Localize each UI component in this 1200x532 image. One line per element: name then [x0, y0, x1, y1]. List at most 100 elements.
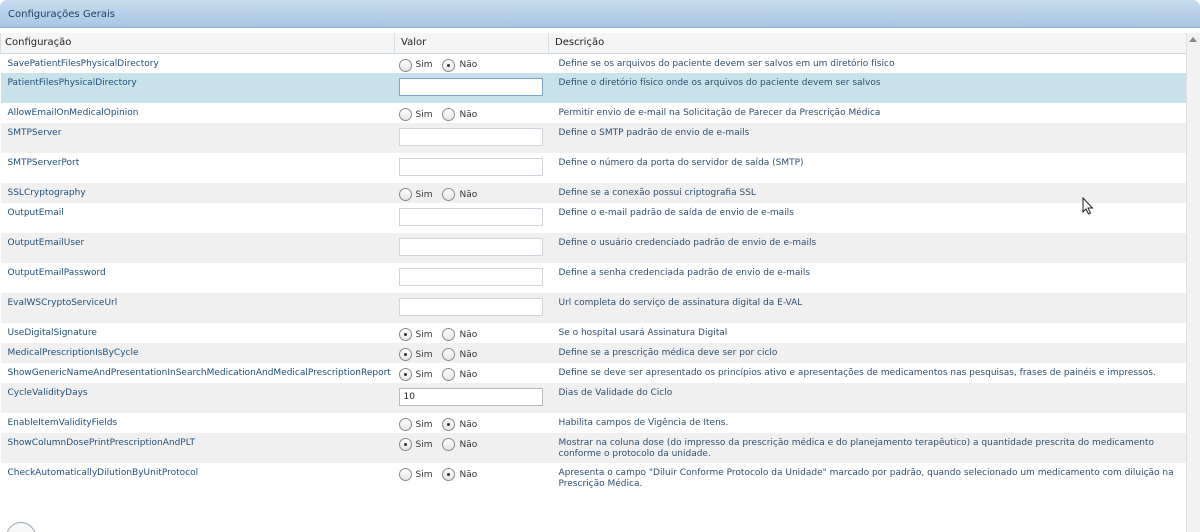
radio-no[interactable]	[442, 188, 456, 201]
table-row[interactable]: AllowEmailOnMedicalOpinion Sim Não Permitir…	[1, 103, 1187, 123]
config-name-cell: OutputEmailPassword	[7, 268, 106, 278]
value-cell: Sim Não	[395, 323, 549, 343]
table-row[interactable]: OutputEmailPassword Define a senha creden…	[1, 263, 1187, 293]
value-input[interactable]	[398, 388, 543, 406]
value-input[interactable]	[398, 208, 543, 226]
description-cell: Define se os arquivos do paciente devem …	[558, 58, 895, 69]
yes-no-radio-group[interactable]: Sim Não	[398, 418, 543, 431]
table-row[interactable]: OutputEmailUser Define o usuário credenci…	[0, 233, 1187, 263]
yes-no-radio-group[interactable]: Sim Não	[398, 188, 543, 201]
radio-yes-label[interactable]: Sim	[416, 330, 433, 340]
radio-no-label[interactable]: Não	[459, 190, 477, 200]
table-row[interactable]: EnableItemValidityFields Sim Não Habilita c…	[1, 413, 1187, 433]
description-cell: Define o número da porta do servidor de …	[558, 158, 804, 168]
radio-no-label[interactable]: Não	[459, 470, 477, 480]
yes-no-radio-group[interactable]: Sim Não	[398, 328, 543, 341]
radio-no[interactable]	[442, 368, 456, 381]
table-row[interactable]: ShowColumnDosePrintPrescriptionAndPLT Sim…	[0, 433, 1187, 463]
settings-table: Configuração Valor Descrição SavePatient…	[0, 33, 1187, 493]
radio-yes[interactable]	[398, 368, 412, 381]
value-cell: Sim Não	[394, 183, 549, 203]
radio-yes-label[interactable]: Sim	[416, 190, 433, 200]
yes-no-radio-group[interactable]: Sim Não	[398, 58, 543, 72]
radio-no-label[interactable]: Não	[459, 370, 477, 380]
radio-no-label[interactable]: Não	[459, 110, 477, 120]
value-input[interactable]	[398, 158, 543, 176]
config-name-cell: OutputEmail	[7, 208, 64, 218]
radio-yes[interactable]	[398, 328, 412, 341]
radio-no[interactable]	[442, 418, 456, 431]
value-cell	[395, 153, 549, 183]
radio-no[interactable]	[442, 328, 456, 341]
radio-yes[interactable]	[398, 418, 412, 431]
radio-yes-label[interactable]: Sim	[416, 60, 433, 70]
table-row[interactable]: EvalWSCryptoServiceUrl Url completa do se…	[0, 293, 1187, 323]
radio-yes[interactable]	[398, 58, 412, 72]
radio-yes[interactable]	[398, 438, 412, 451]
table-row[interactable]: ShowGenericNameAndPresentationInSearchMe…	[1, 363, 1187, 383]
table-row[interactable]: CheckAutomaticallyDilutionByUnitProtocol…	[1, 463, 1187, 493]
radio-no[interactable]	[442, 108, 456, 121]
value-input[interactable]	[398, 128, 543, 146]
yes-no-radio-group[interactable]: Sim Não	[398, 348, 543, 361]
value-input[interactable]	[398, 298, 543, 316]
radio-yes[interactable]	[398, 348, 412, 361]
radio-no-label[interactable]: Não	[459, 420, 477, 430]
radio-yes[interactable]	[398, 188, 412, 201]
radio-yes[interactable]	[398, 108, 412, 121]
radio-no-label[interactable]: Não	[459, 350, 477, 360]
description-cell: Define o usuário credenciado padrão de e…	[548, 233, 1187, 263]
description-cell: Define se a prescrição médica deve ser p…	[548, 343, 1187, 363]
column-header-config[interactable]: Configuração	[0, 33, 395, 54]
radio-no[interactable]	[442, 348, 456, 361]
value-cell	[395, 263, 549, 293]
value-input[interactable]	[398, 78, 543, 96]
mouse-pointer-icon	[1082, 197, 1094, 215]
value-input[interactable]	[398, 238, 543, 256]
description-cell: Habilita campos de Vigência de Itens.	[558, 418, 729, 428]
table-row[interactable]: SSLCryptography Sim Não Define se a conexão…	[0, 183, 1187, 203]
radio-no[interactable]	[442, 58, 456, 72]
radio-no-label[interactable]: Não	[459, 440, 477, 450]
table-row[interactable]: SMTPServerPort Define o número da porta d…	[1, 153, 1187, 183]
table-row[interactable]: CycleValidityDays Dias de Validade do Cic…	[0, 383, 1187, 413]
config-name-cell: OutputEmailUser	[0, 233, 395, 263]
radio-no[interactable]	[442, 438, 456, 451]
radio-yes-label[interactable]: Sim	[416, 350, 433, 360]
radio-yes[interactable]	[398, 468, 412, 481]
value-cell: Sim Não	[395, 53, 549, 73]
radio-yes-label[interactable]: Sim	[416, 110, 433, 120]
radio-yes-label[interactable]: Sim	[416, 470, 433, 480]
value-cell	[395, 203, 549, 233]
radio-no-label[interactable]: Não	[459, 330, 477, 340]
radio-yes-label[interactable]: Sim	[416, 440, 433, 450]
vertical-scrollbar[interactable]	[1186, 33, 1200, 532]
radio-no[interactable]	[442, 468, 456, 481]
value-cell: Sim Não	[394, 433, 549, 463]
value-cell	[394, 73, 549, 103]
radio-yes-label[interactable]: Sim	[416, 420, 433, 430]
column-header-value[interactable]: Valor	[394, 33, 549, 54]
radio-no-label[interactable]: Não	[459, 60, 477, 70]
panel-header: Configurações Gerais	[0, 0, 1200, 28]
value-cell	[394, 383, 549, 413]
description-cell: Se o hospital usará Assinatura Digital	[558, 328, 728, 338]
table-row[interactable]: OutputEmail Define o e-mail padrão de saí…	[1, 203, 1187, 233]
table-row[interactable]: MedicalPrescriptionIsByCycle Sim Não Define…	[0, 343, 1187, 363]
yes-no-radio-group[interactable]: Sim Não	[398, 468, 543, 481]
table-row[interactable]: PatientFilesPhysicalDirectory Define o di…	[0, 73, 1187, 103]
value-input[interactable]	[398, 268, 543, 286]
yes-no-radio-group[interactable]: Sim Não	[398, 368, 543, 381]
yes-no-radio-group[interactable]: Sim Não	[398, 438, 543, 451]
yes-no-radio-group[interactable]: Sim Não	[398, 108, 543, 121]
table-row[interactable]: UseDigitalSignature Sim Não Se o hospital u…	[1, 323, 1187, 343]
config-name-cell: AllowEmailOnMedicalOpinion	[7, 108, 139, 118]
table-row[interactable]: SavePatientFilesPhysicalDirectory Sim Não D…	[1, 53, 1187, 73]
description-cell: Dias de Validade do Ciclo	[548, 383, 1187, 413]
column-header-description[interactable]: Descrição	[548, 33, 1187, 54]
radio-yes-label[interactable]: Sim	[416, 370, 433, 380]
table-row[interactable]: SMTPServer Define o SMTP padrão de envio …	[0, 123, 1187, 153]
settings-grid: Configuração Valor Descrição SavePatient…	[0, 33, 1200, 532]
scroll-up-icon[interactable]	[1189, 37, 1197, 42]
config-name-cell: ShowColumnDosePrintPrescriptionAndPLT	[0, 433, 395, 463]
